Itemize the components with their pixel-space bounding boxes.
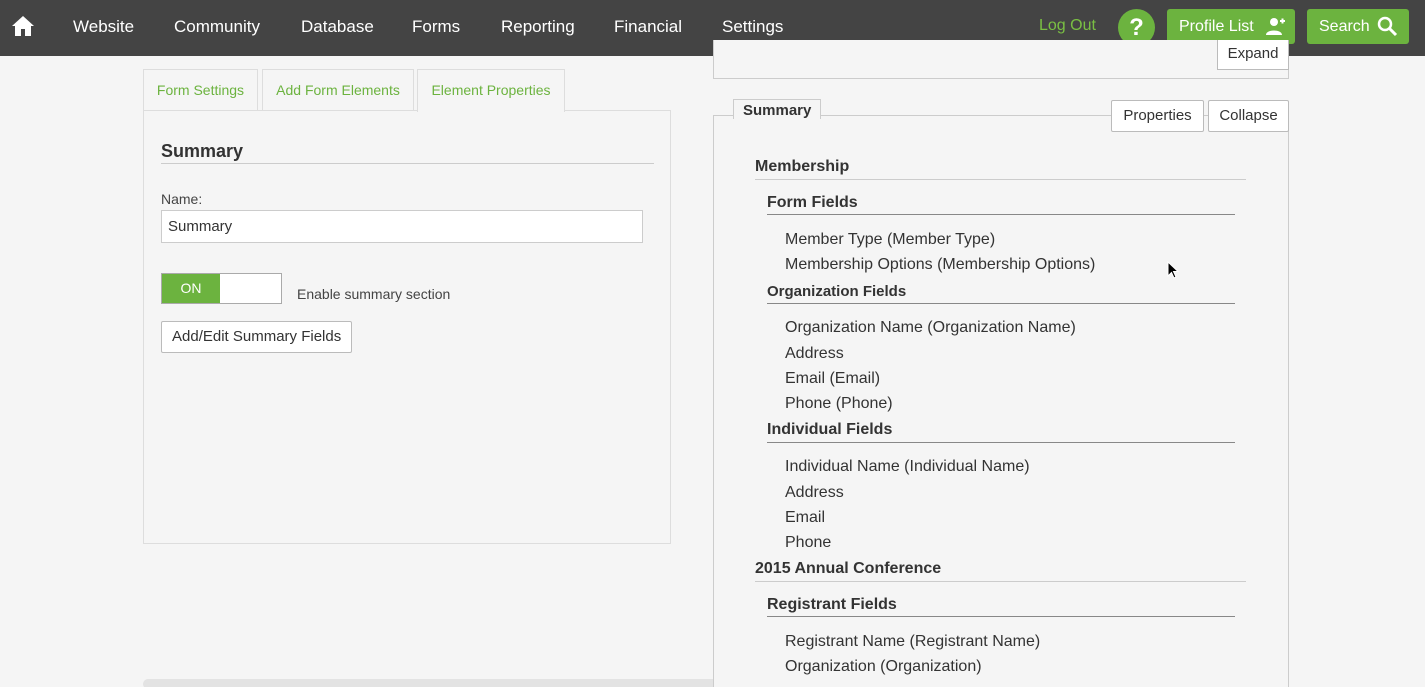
group-divider [767,442,1235,443]
group-divider [767,303,1235,304]
search-button[interactable]: Search [1307,9,1409,44]
nav-community[interactable]: Community [174,17,260,37]
nav-forms[interactable]: Forms [412,17,460,37]
horizontal-scrollbar[interactable] [143,679,718,687]
properties-button[interactable]: Properties [1111,100,1204,132]
group-divider [767,214,1235,215]
summary-field: Individual Name (Individual Name) [785,458,1030,475]
tab-form-settings[interactable]: Form Settings [143,69,258,111]
profile-list-button[interactable]: Profile List [1167,9,1295,44]
add-edit-summary-fields-button[interactable]: Add/Edit Summary Fields [161,321,353,353]
title-divider [161,163,654,164]
group-title: Individual Fields [767,421,893,438]
summary-field: Email (Email) [785,370,881,387]
section-title: Membership [755,158,850,175]
nav-website[interactable]: Website [73,17,134,37]
summary-field: Member Type (Member Type) [785,231,996,248]
nav-reporting[interactable]: Reporting [501,17,575,37]
nav-database[interactable]: Database [301,17,374,37]
mouse-cursor-icon [1167,261,1179,279]
search-icon [1377,16,1398,37]
summary-field: Address [785,345,844,362]
summary-field: Organization Name (Organization Name) [785,319,1076,336]
summary-field: Registrant Name (Registrant Name) [785,633,1041,650]
summary-field: Phone (Phone) [785,395,893,412]
summary-field: Address [785,484,844,501]
tab-add-form-elements[interactable]: Add Form Elements [262,69,414,111]
search-label: Search [1319,18,1370,35]
panel-title: Summary [161,141,244,161]
group-title: Organization Fields [767,283,907,300]
group-title: Registrant Fields [767,596,897,613]
home-icon[interactable] [11,14,35,38]
group-title: Form Fields [767,194,858,211]
group-divider [767,616,1235,617]
person-add-icon [1266,18,1285,35]
toggle-label: Enable summary section [297,286,451,302]
section-divider [755,179,1246,180]
name-label: Name: [161,191,203,207]
profile-list-label: Profile List [1179,18,1254,35]
section-title: 2015 Annual Conference [755,560,942,577]
question-icon: ? [1129,14,1144,41]
toggle-on-label: ON [162,274,220,303]
previous-element-box [713,40,1289,79]
summary-field: Organization (Organization) [785,658,982,675]
tab-element-properties[interactable]: Element Properties [417,69,565,112]
collapse-button[interactable]: Collapse [1208,100,1289,132]
nav-financial[interactable]: Financial [614,17,682,37]
summary-legend: Summary [733,99,822,119]
name-input[interactable] [161,210,643,243]
nav-settings[interactable]: Settings [722,17,783,37]
summary-field: Phone [785,534,832,551]
element-properties-panel: Summary Name: ON Enable summary section … [143,110,671,544]
logout-link[interactable]: Log Out [1039,17,1096,35]
summary-field: Email [785,509,826,526]
section-divider [755,581,1246,582]
expand-button[interactable]: Expand [1217,40,1289,70]
summary-toggle[interactable]: ON [161,273,282,304]
summary-field: Membership Options (Membership Options) [785,256,1096,273]
